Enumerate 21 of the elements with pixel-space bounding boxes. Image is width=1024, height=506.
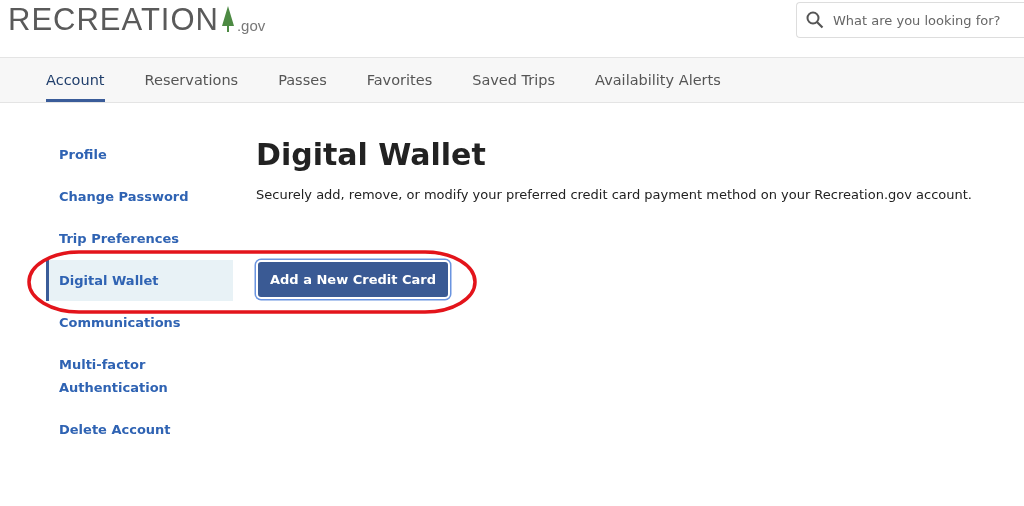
sidebar-item[interactable]: Trip Preferences [46,218,233,259]
page-title: Digital Wallet [256,137,487,173]
sidebar-item[interactable]: Digital Wallet [46,260,233,301]
sidebar-item[interactable]: Delete Account [46,409,233,450]
sidebar-item[interactable]: Multi-factor Authentication [46,344,233,408]
sidebar-item[interactable]: Change Password [46,176,233,217]
search-field[interactable]: What are you looking for? [796,2,1024,38]
tree-icon [220,6,235,32]
search-icon [806,11,824,29]
nav-tab[interactable]: Passes [278,58,327,102]
logo-wordmark[interactable]: RECREATION [8,5,219,35]
nav-tab[interactable]: Saved Trips [472,58,556,102]
nav-tab[interactable]: Account [46,58,105,102]
sidebar-item[interactable]: Communications [46,302,233,343]
nav-tab[interactable]: Favorites [366,58,433,102]
logo-suffix: .gov [236,17,266,35]
description: Securely add, remove, or modify your preferred credit card payment method on your Recreation.gov account. [256,187,972,202]
sidebar-item[interactable]: Profile [46,134,233,175]
nav-tab[interactable]: Reservations [144,58,239,102]
add-card-button[interactable]: Add a New Credit Card [256,260,450,299]
nav-tab[interactable]: Availability Alerts [595,58,721,102]
